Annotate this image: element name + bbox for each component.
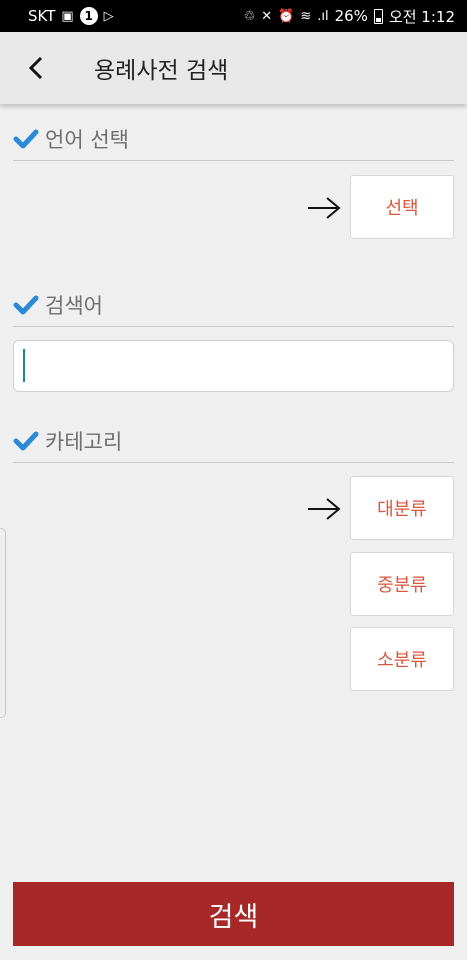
language-select-button[interactable]: 선택: [350, 175, 454, 239]
status-bar: SKT ▣ 1 ▷ ♲ ✕ ⏰ ≋ .ıl 26% 오전 1:12: [0, 0, 467, 32]
signal-icon: .ıl: [317, 8, 329, 24]
image-notification-icon: ▣: [61, 8, 74, 24]
status-left: SKT ▣ 1 ▷: [28, 7, 114, 25]
category-section-label: 카테고리: [45, 430, 123, 454]
battery-icon: [373, 8, 383, 24]
page-title: 용례사전 검색: [94, 58, 229, 84]
keyword-input[interactable]: [13, 340, 454, 392]
check-icon: [13, 129, 39, 149]
language-section-label: 언어 선택: [45, 128, 129, 152]
play-store-icon: ▷: [103, 8, 114, 24]
app-header: 용례사전 검색: [0, 32, 467, 104]
status-right: ♲ ✕ ⏰ ≋ .ıl 26% 오전 1:12: [244, 6, 455, 27]
wifi-icon: ≋: [300, 8, 312, 24]
arrow-right-icon: [306, 497, 342, 521]
text-cursor: [23, 349, 25, 382]
keyword-section-label: 검색어: [45, 294, 103, 318]
alarm-icon: ⏰: [278, 8, 295, 24]
mute-icon: ✕: [261, 8, 273, 24]
check-icon: [13, 295, 39, 315]
search-button[interactable]: 검색: [13, 882, 454, 946]
battery-percent: 26%: [334, 7, 368, 25]
recycle-icon: ♲: [243, 8, 256, 24]
back-button[interactable]: [0, 32, 72, 104]
major-category-button[interactable]: 대분류: [350, 476, 454, 540]
notification-badge: 1: [79, 7, 98, 25]
language-section-header: 언어 선택: [13, 124, 454, 161]
middle-category-button[interactable]: 중분류: [350, 552, 454, 616]
keyword-section-header: 검색어: [13, 290, 454, 327]
arrow-right-icon: [306, 196, 342, 220]
check-icon: [13, 431, 39, 451]
side-drawer-handle[interactable]: [0, 528, 6, 718]
carrier-label: SKT: [28, 7, 56, 25]
clock: 오전 1:12: [388, 7, 455, 26]
category-section-header: 카테고리: [13, 426, 454, 463]
back-arrow-icon: [28, 56, 43, 80]
minor-category-button[interactable]: 소분류: [350, 627, 454, 691]
